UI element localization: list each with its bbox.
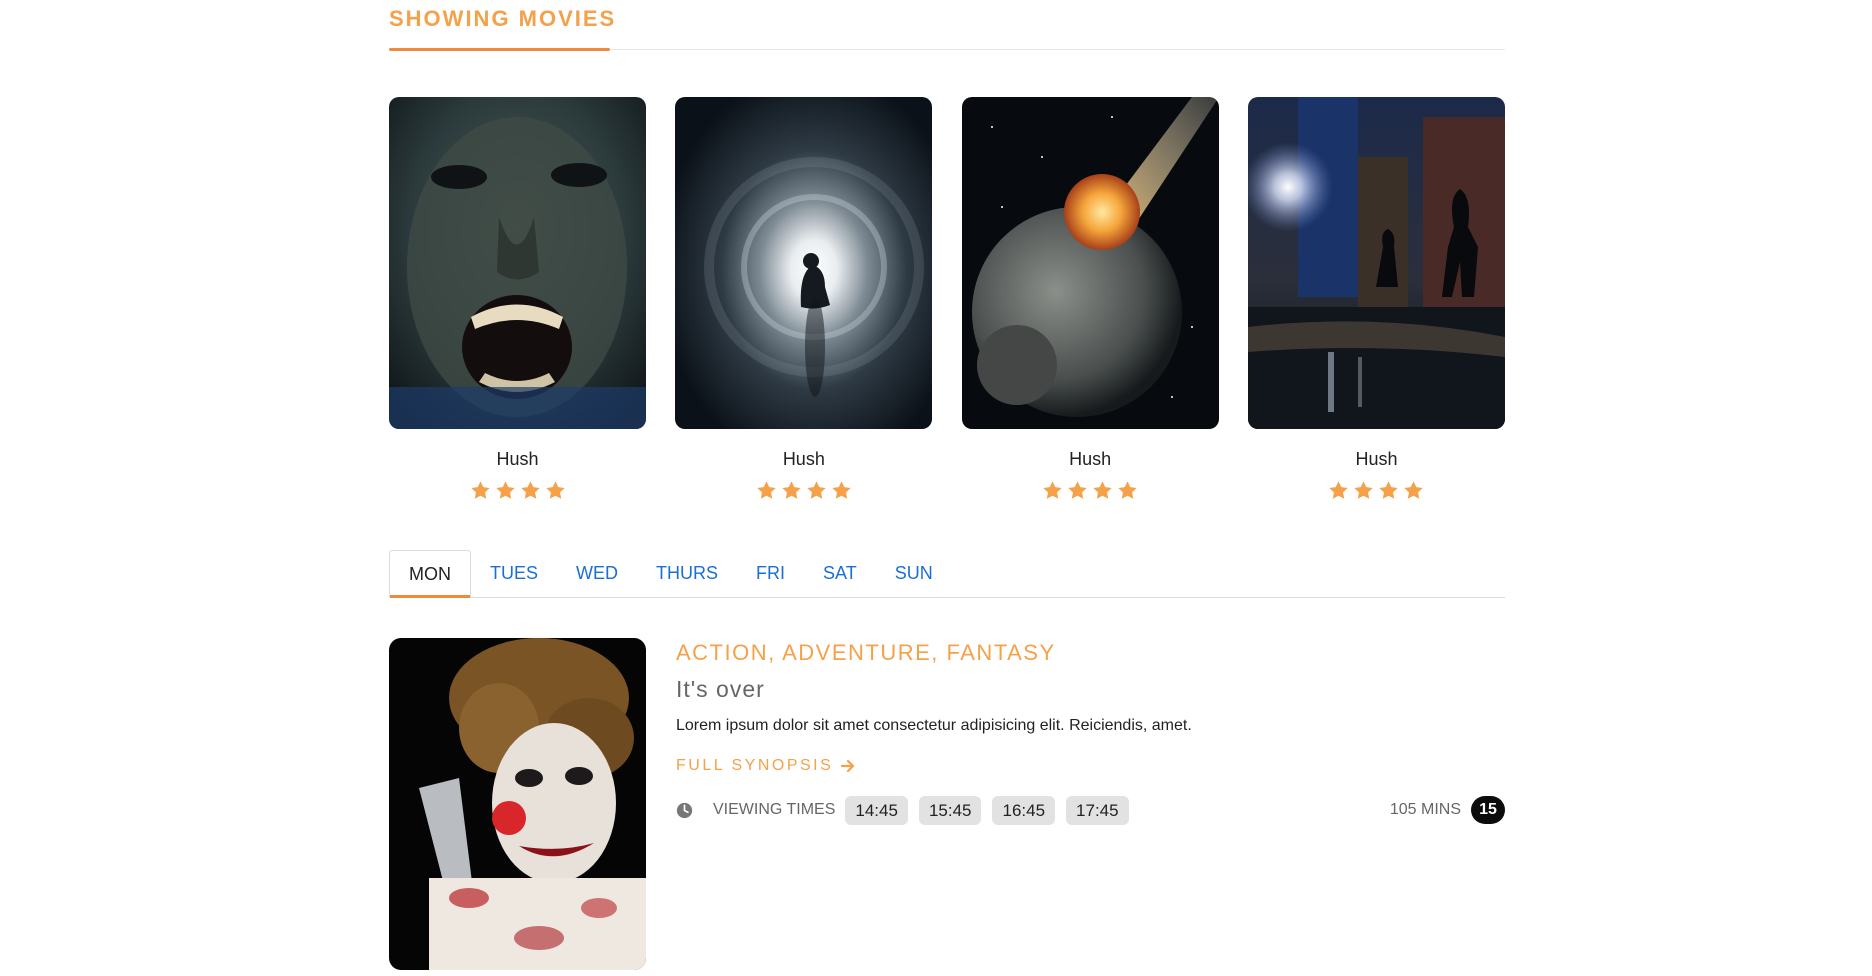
movie-title[interactable]: Hush	[389, 449, 646, 470]
featured-details: ACTION, ADVENTURE, FANTASY It's over Lor…	[676, 638, 1505, 825]
duration-rating: 105 MINS 15	[1390, 795, 1505, 825]
movie-rating-stars	[389, 480, 646, 501]
arrow-right-icon	[841, 759, 855, 773]
viewing-times-row: VIEWING TIMES 14:45 15:45 16:45 17:45 10…	[676, 795, 1505, 825]
featured-genres: ACTION, ADVENTURE, FANTASY	[676, 640, 1056, 665]
page-content: SHOWING MOVIES Hush Hush Hush Hush MON T…	[389, 0, 1505, 970]
age-rating-badge: 15	[1471, 796, 1505, 824]
section-title: SHOWING MOVIES	[389, 6, 617, 31]
showtime-button[interactable]: 15:45	[918, 795, 982, 825]
star-icon	[545, 481, 565, 499]
star-icon	[470, 481, 490, 499]
star-icon	[1118, 481, 1137, 499]
movie-card[interactable]: Hush	[675, 97, 933, 501]
showtime-button[interactable]: 16:45	[992, 795, 1056, 825]
movie-card[interactable]: Hush	[961, 97, 1219, 501]
tab-tues[interactable]: TUES	[471, 550, 557, 596]
star-icon	[495, 481, 515, 499]
featured-description: Lorem ipsum dolor sit amet consectetur a…	[676, 717, 1192, 734]
star-icon	[1068, 481, 1087, 499]
movie-title[interactable]: Hush	[962, 449, 1219, 470]
featured-poster[interactable]	[389, 638, 646, 970]
movie-card[interactable]: Hush	[389, 97, 646, 501]
star-icon	[520, 481, 540, 499]
section-header: SHOWING MOVIES	[389, 0, 1505, 51]
tab-mon[interactable]: MON	[389, 550, 471, 598]
tab-sat[interactable]: SAT	[804, 550, 876, 596]
star-icon	[1329, 481, 1349, 499]
tab-fri[interactable]: FRI	[737, 550, 804, 596]
movie-title[interactable]: Hush	[1248, 449, 1505, 470]
movie-card[interactable]: Hush	[1247, 97, 1505, 501]
star-icon	[757, 481, 776, 499]
star-icon	[1379, 481, 1399, 499]
showtime-button[interactable]: 17:45	[1066, 795, 1129, 825]
full-synopsis-label: FULL SYNOPSIS	[676, 757, 834, 774]
star-icon	[1093, 481, 1112, 499]
movie-rating-stars	[675, 480, 932, 501]
star-icon	[807, 481, 826, 499]
day-tabs: MON TUES WED THURS FRI SAT SUN	[389, 550, 1505, 598]
movie-poster[interactable]	[1247, 97, 1505, 429]
movie-poster[interactable]	[389, 97, 646, 429]
showtime-button[interactable]: 14:45	[845, 795, 908, 825]
star-icon	[782, 481, 801, 499]
tab-sun[interactable]: SUN	[876, 550, 952, 596]
movie-rating-stars	[962, 480, 1219, 501]
viewing-times-label: VIEWING TIMES	[713, 801, 836, 818]
movie-poster[interactable]	[675, 97, 933, 429]
star-icon	[1404, 481, 1424, 499]
tab-thurs[interactable]: THURS	[637, 550, 737, 596]
movie-rating-stars	[1248, 480, 1505, 501]
movie-poster[interactable]	[961, 97, 1219, 429]
movie-title[interactable]: Hush	[675, 449, 932, 470]
full-synopsis-link[interactable]: FULL SYNOPSIS	[676, 757, 855, 775]
featured-tagline: It's over	[676, 676, 765, 702]
star-icon	[1354, 481, 1374, 499]
featured-movie: ACTION, ADVENTURE, FANTASY It's over Lor…	[389, 638, 1505, 970]
star-icon	[1043, 481, 1062, 499]
duration-label: 105 MINS	[1389, 801, 1461, 818]
tab-wed[interactable]: WED	[557, 550, 637, 596]
star-icon	[832, 481, 851, 499]
clock-icon	[676, 802, 693, 818]
section-title-underline	[389, 48, 610, 51]
movie-grid: Hush Hush Hush Hush	[389, 97, 1505, 501]
